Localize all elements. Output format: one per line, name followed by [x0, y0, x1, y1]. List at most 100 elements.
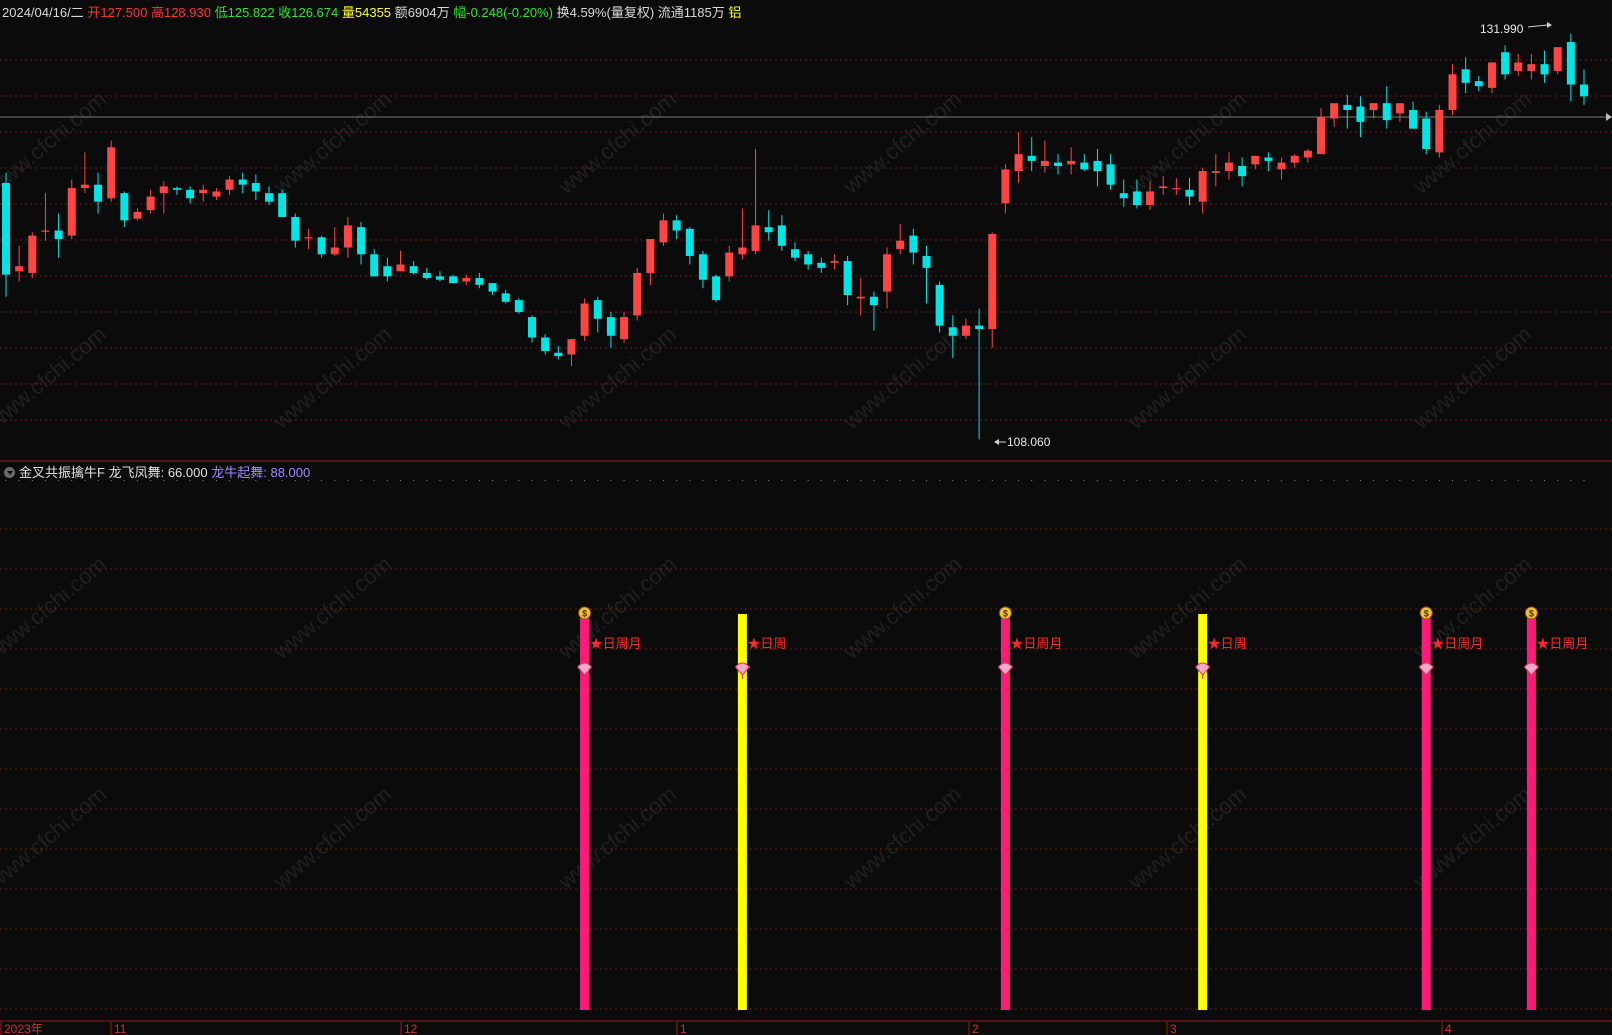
candle[interactable] [1317, 108, 1325, 155]
candle[interactable] [672, 215, 681, 239]
candle[interactable] [396, 250, 405, 272]
adjust-mode[interactable]: (量复权) [606, 5, 654, 20]
candle[interactable] [422, 267, 431, 280]
candle[interactable] [1448, 64, 1457, 116]
candle[interactable] [1001, 164, 1010, 214]
candle[interactable] [1435, 104, 1444, 158]
candle[interactable] [606, 312, 615, 348]
candle[interactable] [238, 172, 247, 194]
candle[interactable] [1566, 33, 1575, 102]
candle[interactable] [646, 239, 655, 285]
candle[interactable] [528, 315, 536, 343]
candle[interactable] [1487, 62, 1496, 93]
candle[interactable] [1093, 149, 1102, 187]
candle[interactable] [1580, 69, 1588, 105]
candle[interactable] [1172, 177, 1181, 195]
signal-bar[interactable]: ★日周 [734, 614, 786, 1010]
candle[interactable] [343, 216, 352, 258]
candle[interactable] [935, 281, 944, 333]
candle[interactable] [567, 339, 576, 367]
candle[interactable] [1185, 177, 1194, 206]
candle[interactable] [159, 181, 168, 214]
candle[interactable] [1277, 157, 1286, 180]
candle[interactable] [383, 257, 392, 282]
candle[interactable] [1224, 152, 1233, 180]
candle[interactable] [409, 261, 418, 275]
candle[interactable] [291, 213, 300, 248]
candle[interactable] [212, 188, 221, 200]
candle[interactable] [28, 232, 37, 279]
candle[interactable] [317, 235, 326, 258]
candle[interactable] [1501, 45, 1510, 80]
candle[interactable] [1251, 155, 1260, 170]
stock-chart-window[interactable]: www.cfchi.com www.cfchi.com www.cfchi.com w… [0, 0, 1612, 1035]
candle[interactable] [1514, 53, 1523, 77]
candle[interactable] [1527, 53, 1536, 80]
candle[interactable] [1027, 137, 1036, 172]
candle[interactable] [120, 191, 129, 228]
candle[interactable] [225, 176, 234, 195]
candle[interactable] [1461, 57, 1470, 93]
candle[interactable] [988, 232, 997, 348]
indicator-name[interactable]: 金叉共振擒牛F [19, 465, 105, 480]
candle[interactable] [685, 227, 694, 265]
candle[interactable] [186, 186, 195, 204]
candle[interactable] [54, 213, 63, 258]
candle[interactable] [698, 250, 707, 289]
candle[interactable] [67, 179, 76, 239]
candle[interactable] [1369, 103, 1378, 119]
candle[interactable] [869, 291, 878, 331]
candle[interactable] [251, 174, 260, 200]
candle[interactable] [1409, 101, 1418, 129]
candle[interactable] [370, 249, 379, 277]
candle[interactable] [1067, 147, 1076, 175]
candle[interactable] [435, 271, 444, 282]
candle[interactable] [1198, 167, 1207, 214]
candle[interactable] [80, 152, 89, 194]
candle[interactable] [94, 172, 103, 214]
candle[interactable] [922, 245, 931, 304]
candle[interactable] [843, 255, 852, 306]
candle[interactable] [1040, 140, 1049, 173]
candle[interactable] [1211, 154, 1220, 187]
candle[interactable] [1330, 103, 1339, 127]
candle[interactable] [751, 149, 760, 255]
candle[interactable] [107, 140, 116, 202]
candle[interactable] [1343, 94, 1352, 129]
candle[interactable] [856, 278, 865, 316]
candle[interactable] [133, 208, 142, 221]
candle[interactable] [725, 245, 734, 282]
candle[interactable] [909, 228, 918, 265]
candle[interactable] [1422, 111, 1431, 155]
candle[interactable] [896, 223, 905, 255]
candle[interactable] [462, 274, 471, 285]
candle[interactable] [764, 210, 773, 241]
candle[interactable] [304, 228, 313, 250]
candle[interactable] [1106, 154, 1115, 190]
candle[interactable] [961, 318, 970, 340]
candle[interactable] [791, 242, 799, 262]
candle[interactable] [488, 283, 497, 296]
candle[interactable] [777, 215, 786, 251]
candle[interactable] [633, 267, 642, 321]
candle[interactable] [1080, 154, 1089, 172]
candle[interactable] [199, 184, 208, 202]
candle[interactable] [738, 208, 747, 260]
candle[interactable] [41, 193, 50, 241]
candle[interactable] [1356, 96, 1365, 138]
candle[interactable] [1054, 154, 1062, 175]
candle[interactable] [265, 186, 273, 206]
candle[interactable] [330, 227, 339, 256]
candle[interactable] [501, 289, 510, 304]
candle[interactable] [1395, 103, 1404, 122]
candle[interactable] [1014, 132, 1023, 183]
candle[interactable] [804, 250, 813, 270]
sector-tag[interactable]: 铝 [728, 5, 741, 20]
candle[interactable] [146, 189, 155, 214]
candle[interactable] [475, 272, 484, 289]
candle[interactable] [357, 222, 366, 265]
candle[interactable] [541, 334, 550, 355]
candle[interactable] [1303, 149, 1312, 163]
candle[interactable] [1290, 154, 1299, 168]
indicator-toggle-icon[interactable] [4, 467, 15, 478]
